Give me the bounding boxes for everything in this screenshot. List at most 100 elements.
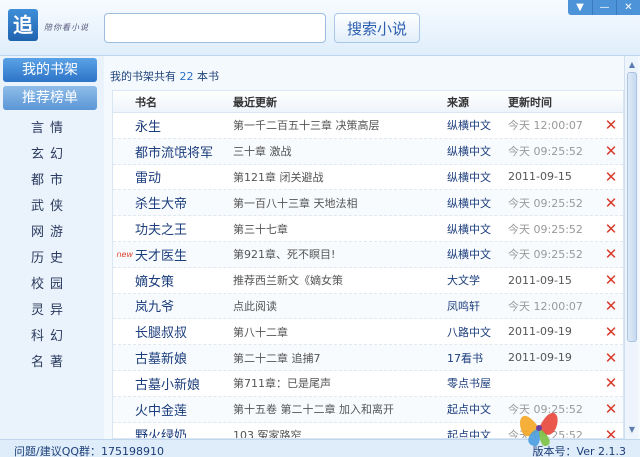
scroll-up-icon[interactable]: ▲ [625, 58, 639, 72]
minimize-icon[interactable]: — [592, 0, 616, 15]
book-source: 八路中文 [447, 325, 491, 339]
category-item-classics[interactable]: 名著 [0, 350, 100, 376]
table-row[interactable]: 杀生大帝 第一百八十三章 天地法相 纵横中文 今天 09:25:52 ✕ [113, 190, 623, 217]
latest-chapter-link[interactable]: 三十章 激战 [233, 143, 447, 159]
book-title-link[interactable]: 长腿叔叔 [135, 322, 233, 341]
book-source: 纵横中文 [447, 119, 491, 133]
table-row[interactable]: 都市流氓将军 三十章 激战 纵横中文 今天 09:25:52 ✕ [113, 138, 623, 165]
delete-book-icon[interactable]: ✕ [600, 142, 622, 160]
category-item-history[interactable]: 历史 [0, 246, 100, 272]
table-row[interactable]: 古墓新娘 第二十二章 追捕7 17看书 2011-09-19 ✕ [113, 345, 623, 371]
book-source: 起点中文 [447, 403, 491, 417]
bookshelf-table: 书名 最近更新 来源 更新时间 永生 第一千二百五十三章 决策高层 纵横中文 今天 1… [112, 90, 624, 439]
delete-book-icon[interactable]: ✕ [600, 426, 622, 438]
update-time: 今天 09:25:52 [508, 222, 583, 236]
tab-my-shelf[interactable]: 我的书架 [3, 58, 97, 82]
category-item-martial[interactable]: 武侠 [0, 194, 100, 220]
category-item-romance[interactable]: 言情 [0, 116, 100, 142]
scrollbar[interactable]: ▲ ▼ [624, 56, 638, 439]
header-source: 来源 [447, 95, 469, 109]
header-latest-update: 最近更新 [233, 95, 277, 109]
latest-chapter-link[interactable]: 点此阅读 [233, 298, 447, 314]
table-header: 书名 最近更新 来源 更新时间 [113, 91, 623, 113]
book-source: 纵横中文 [447, 248, 491, 262]
scroll-down-icon[interactable]: ▼ [625, 423, 639, 437]
book-title-link[interactable]: 野火绿奶 [135, 425, 233, 438]
book-source: 大文学 [447, 274, 480, 288]
latest-chapter-link[interactable]: 103 冤家路窄 [233, 427, 447, 438]
delete-book-icon[interactable]: ✕ [600, 168, 622, 186]
update-time: 今天 12:00:07 [508, 299, 583, 313]
shelf-book-count: 22 [179, 70, 194, 83]
delete-book-icon[interactable]: ✕ [600, 374, 622, 392]
category-item-scifi[interactable]: 科幻 [0, 324, 100, 350]
sidebar: 我的书架 推荐榜单 言情 玄幻 都市 武侠 网游 历史 校园 灵异 科幻 名著 [0, 56, 104, 439]
shelf-summary-prefix: 我的书架共有 [110, 70, 176, 83]
header-title: 书名 [135, 95, 157, 109]
latest-chapter-link[interactable]: 第十五卷 第二十二章 加入和离开 [233, 401, 447, 417]
category-list: 言情 玄幻 都市 武侠 网游 历史 校园 灵异 科幻 名著 [0, 116, 100, 376]
table-row[interactable]: 古墓小新娘 第711章：已是尾声 零点书屋 ✕ [113, 371, 623, 397]
latest-chapter-link[interactable]: 第一百八十三章 天地法相 [233, 195, 447, 211]
book-title-link[interactable]: 雷动 [135, 167, 233, 186]
search-input[interactable] [104, 13, 326, 43]
delete-book-icon[interactable]: ✕ [600, 116, 622, 134]
table-row[interactable]: 雷动 第121章 闭关避战 纵横中文 2011-09-15 ✕ [113, 165, 623, 191]
book-title-link[interactable]: 古墓新娘 [135, 348, 233, 367]
delete-book-icon[interactable]: ✕ [600, 323, 622, 341]
category-item-supernatural[interactable]: 灵异 [0, 298, 100, 324]
delete-book-icon[interactable]: ✕ [600, 297, 622, 315]
update-time: 今天 12:00:07 [508, 119, 583, 133]
book-title-link[interactable]: 嫡女策 [135, 271, 233, 290]
qq-group-link[interactable]: 问题/建议QQ群：175198910 [14, 443, 164, 457]
book-title-link[interactable]: 杀生大帝 [135, 193, 233, 212]
delete-book-icon[interactable]: ✕ [600, 245, 622, 263]
latest-chapter-link[interactable]: 第八十二章 [233, 324, 447, 340]
table-row[interactable]: 永生 第一千二百五十三章 决策高层 纵横中文 今天 12:00:07 ✕ [113, 113, 623, 139]
delete-book-icon[interactable]: ✕ [600, 271, 622, 289]
book-source: 起点中文 [447, 428, 491, 439]
book-title-link[interactable]: 古墓小新娘 [135, 374, 233, 393]
book-title-link[interactable]: 天才医生 [135, 245, 233, 264]
table-row[interactable]: new 天才医生 第921章、死不瞑目! 纵横中文 今天 09:25:52 ✕ [113, 241, 623, 268]
book-title-link[interactable]: 火中金莲 [135, 400, 233, 419]
table-row[interactable]: 长腿叔叔 第八十二章 八路中文 2011-09-19 ✕ [113, 319, 623, 346]
latest-chapter-link[interactable]: 第三十七章 [233, 221, 447, 237]
close-window-icon[interactable]: ✕ [616, 0, 640, 15]
latest-chapter-link[interactable]: 第一千二百五十三章 决策高层 [233, 117, 447, 133]
book-title-link[interactable]: 永生 [135, 116, 233, 135]
latest-chapter-link[interactable]: 推荐西兰新文《嫡女策 [233, 272, 447, 288]
book-title-link[interactable]: 岚九爷 [135, 296, 233, 315]
shelf-summary: 我的书架共有 22 本书 [110, 68, 219, 84]
search-button[interactable]: 搜索小说 [334, 13, 420, 43]
latest-chapter-link[interactable]: 第二十二章 追捕7 [233, 350, 447, 366]
main-panel: 我的书架共有 22 本书 书名 最近更新 来源 更新时间 永生 第一千二百五十三章… [104, 56, 640, 439]
delete-book-icon[interactable]: ✕ [600, 400, 622, 418]
book-title-link[interactable]: 都市流氓将军 [135, 142, 233, 161]
latest-chapter-link[interactable]: 第921章、死不瞑目! [233, 246, 447, 262]
latest-chapter-link[interactable]: 第121章 闭关避战 [233, 169, 447, 185]
app-logo: 追 [8, 9, 38, 41]
new-badge: new [116, 249, 133, 259]
delete-book-icon[interactable]: ✕ [600, 349, 622, 367]
table-row[interactable]: 岚九爷 点此阅读 凤鸣轩 今天 12:00:07 ✕ [113, 293, 623, 320]
category-item-online-game[interactable]: 网游 [0, 220, 100, 246]
update-time: 今天 09:25:52 [508, 196, 583, 210]
app-slogan: 陪你看小说 [44, 23, 89, 32]
butterfly-logo-icon [519, 412, 558, 447]
top-bar: 追 陪你看小说 搜索小说 ▼ — ✕ [0, 0, 640, 56]
latest-chapter-link[interactable]: 第711章：已是尾声 [233, 375, 447, 391]
category-item-campus[interactable]: 校园 [0, 272, 100, 298]
book-source: 纵横中文 [447, 145, 491, 159]
update-time: 2011-09-15 [508, 273, 572, 287]
menu-dropdown-icon[interactable]: ▼ [568, 0, 592, 15]
table-row[interactable]: 嫡女策 推荐西兰新文《嫡女策 大文学 2011-09-15 ✕ [113, 268, 623, 294]
delete-book-icon[interactable]: ✕ [600, 220, 622, 238]
tab-recommend-rank[interactable]: 推荐榜单 [3, 86, 97, 110]
category-item-urban[interactable]: 都市 [0, 168, 100, 194]
scrollbar-thumb[interactable] [627, 72, 637, 342]
category-item-fantasy[interactable]: 玄幻 [0, 142, 100, 168]
table-row[interactable]: 功夫之王 第三十七章 纵横中文 今天 09:25:52 ✕ [113, 216, 623, 242]
delete-book-icon[interactable]: ✕ [600, 194, 622, 212]
book-title-link[interactable]: 功夫之王 [135, 219, 233, 238]
